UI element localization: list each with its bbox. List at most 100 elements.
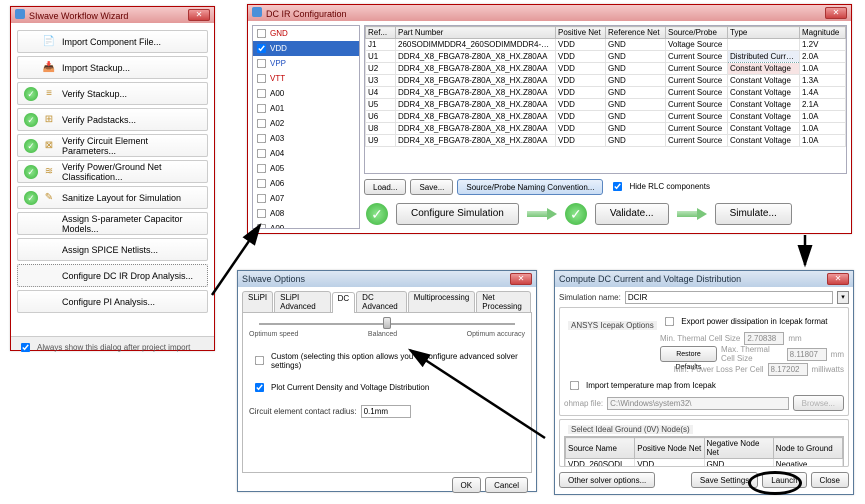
save-settings-button[interactable]: Save Settings xyxy=(691,472,758,488)
item-label: Configure DC IR Drop Analysis... xyxy=(62,271,193,281)
close-icon[interactable]: ✕ xyxy=(188,9,210,21)
wizard-item-2[interactable]: ✓≡Verify Stackup... xyxy=(17,82,208,105)
launch-button[interactable]: Launch xyxy=(762,472,806,488)
simulation-name-input[interactable] xyxy=(625,291,833,304)
column-header[interactable]: Part Number xyxy=(396,27,556,39)
net-item[interactable]: A09 xyxy=(253,221,359,229)
close-icon[interactable]: ✕ xyxy=(825,7,847,19)
close-button[interactable]: Close xyxy=(811,472,849,488)
column-header[interactable]: Magnitude xyxy=(800,27,846,39)
tab-slipi-advanced[interactable]: SLiPI Advanced xyxy=(274,291,330,312)
tab-dc[interactable]: DC xyxy=(332,292,356,313)
validate-button[interactable]: Validate... xyxy=(595,203,669,225)
cancel-button[interactable]: Cancel xyxy=(485,477,528,493)
wizard-item-5[interactable]: ✓≋Verify Power/Ground Net Classification… xyxy=(17,160,208,183)
item-icon: ⊠ xyxy=(42,139,56,153)
dropdown-icon[interactable]: ▾ xyxy=(837,291,849,304)
net-item[interactable]: A02 xyxy=(253,116,359,131)
always-show-checkbox[interactable]: Always show this dialog after project im… xyxy=(15,338,190,357)
ground-table[interactable]: Source NamePositive Node NetNegative Nod… xyxy=(564,436,844,467)
accuracy-slider[interactable]: Optimum speedBalancedOptimum accuracy xyxy=(249,319,525,343)
tab-net-processing[interactable]: Net Processing xyxy=(476,291,531,312)
column-header[interactable]: Positive Node Net xyxy=(635,438,704,459)
min-power-loss-input xyxy=(768,363,808,376)
net-item[interactable]: VPP xyxy=(253,56,359,71)
column-header[interactable]: Type xyxy=(728,27,800,39)
hide-rlc-checkbox[interactable]: Hide RLC components xyxy=(607,177,709,196)
import-temp-checkbox[interactable]: Import temperature map from Icepak xyxy=(564,376,716,395)
net-item[interactable]: GND xyxy=(253,26,359,41)
siwave-options: SIwave Options ✕ SLiPISLiPI AdvancedDCDC… xyxy=(237,270,537,492)
table-row[interactable]: U6DDR4_X8_FBGA78-Z80A_X8_HX.Z80AAVDDGNDC… xyxy=(366,111,846,123)
wizard-item-3[interactable]: ✓⊞Verify Padstacks... xyxy=(17,108,208,131)
net-item[interactable]: A06 xyxy=(253,176,359,191)
net-item[interactable]: A03 xyxy=(253,131,359,146)
ok-button[interactable]: OK xyxy=(452,477,482,493)
column-header[interactable]: Negative Node Net xyxy=(704,438,773,459)
dc-ir-configuration: DC IR Configuration ✕ GNDVDDVPPVTTA00A01… xyxy=(247,4,852,234)
table-row[interactable]: J1260SODIMMDDR4_260SODIMMDDR4-BAAVDDGNDV… xyxy=(366,39,846,51)
table-row[interactable]: VDD_260SODIMMDDR4_26...VDDGNDNegative xyxy=(566,459,843,468)
net-item[interactable]: A05 xyxy=(253,161,359,176)
net-item[interactable]: A08 xyxy=(253,206,359,221)
column-header[interactable]: Source/Probe xyxy=(666,27,728,39)
table-row[interactable]: U2DDR4_X8_FBGA78-Z80A_X8_HX.Z80AAVDDGNDC… xyxy=(366,63,846,75)
arrow-right-icon xyxy=(527,208,557,220)
tab-multiprocessing[interactable]: Multiprocessing xyxy=(408,291,476,312)
wizard-item-6[interactable]: ✓✎Sanitize Layout for Simulation xyxy=(17,186,208,209)
check-icon: ✓ xyxy=(24,191,38,205)
table-row[interactable]: U3DDR4_X8_FBGA78-Z80A_X8_HX.Z80AAVDDGNDC… xyxy=(366,75,846,87)
table-row[interactable]: U8DDR4_X8_FBGA78-Z80A_X8_HX.Z80AAVDDGNDC… xyxy=(366,123,846,135)
table-row[interactable]: U1DDR4_X8_FBGA78-Z80A_X8_HX.Z80AAVDDGNDC… xyxy=(366,51,846,63)
load-button[interactable]: Load... xyxy=(364,179,406,195)
ground-group-title: Select Ideal Ground (0V) Node(s) xyxy=(568,425,693,434)
options-tabs: SLiPISLiPI AdvancedDCDC AdvancedMultipro… xyxy=(242,291,532,313)
export-icepak-checkbox[interactable]: Export power dissipation in Icepak forma… xyxy=(659,312,827,331)
simulate-button[interactable]: Simulate... xyxy=(715,203,792,225)
column-header[interactable]: Source Name xyxy=(566,438,635,459)
naming-convention-button[interactable]: Source/Probe Naming Convention... xyxy=(457,179,603,195)
tab-slipi[interactable]: SLiPI xyxy=(242,291,273,312)
source-grid[interactable]: Ref...Part NumberPositive NetReference N… xyxy=(364,25,847,174)
wizard-item-8[interactable]: ✓Assign SPICE Netlists... xyxy=(17,238,208,261)
wizard-item-1[interactable]: ✓📥Import Stackup... xyxy=(17,56,208,79)
tab-dc-advanced[interactable]: DC Advanced xyxy=(356,291,407,312)
restore-defaults-button[interactable]: Restore Defaults xyxy=(660,346,717,362)
compute-dc-distribution: Compute DC Current and Voltage Distribut… xyxy=(554,270,854,495)
item-icon: ≡ xyxy=(42,87,56,101)
wizard-titlebar: SIwave Workflow Wizard ✕ xyxy=(11,7,214,23)
column-header[interactable]: Positive Net xyxy=(556,27,606,39)
wizard-item-0[interactable]: ✓📄Import Component File... xyxy=(17,30,208,53)
table-row[interactable]: U4DDR4_X8_FBGA78-Z80A_X8_HX.Z80AAVDDGNDC… xyxy=(366,87,846,99)
configure-simulation-button[interactable]: Configure Simulation xyxy=(396,203,519,225)
wizard-item-10[interactable]: ✓Configure PI Analysis... xyxy=(17,290,208,313)
close-icon[interactable]: ✕ xyxy=(827,273,849,285)
item-icon xyxy=(42,217,56,231)
column-header[interactable]: Reference Net xyxy=(606,27,666,39)
net-item[interactable]: A07 xyxy=(253,191,359,206)
wizard-item-7[interactable]: ✓Assign S-parameter Capacitor Models... xyxy=(17,212,208,235)
net-item[interactable]: A01 xyxy=(253,101,359,116)
net-item[interactable]: A00 xyxy=(253,86,359,101)
net-item[interactable]: A04 xyxy=(253,146,359,161)
net-item[interactable]: VDD xyxy=(253,41,359,56)
table-row[interactable]: U5DDR4_X8_FBGA78-Z80A_X8_HX.Z80AAVDDGNDC… xyxy=(366,99,846,111)
net-list[interactable]: GNDVDDVPPVTTA00A01A02A03A04A05A06A07A08A… xyxy=(252,25,360,229)
column-header[interactable]: Node to Ground xyxy=(773,438,842,459)
save-button[interactable]: Save... xyxy=(410,179,453,195)
column-header[interactable]: Ref... xyxy=(366,27,396,39)
wizard-item-9[interactable]: ✓Configure DC IR Drop Analysis... xyxy=(17,264,208,287)
net-item[interactable]: VTT xyxy=(253,71,359,86)
item-icon: 📥 xyxy=(42,61,56,75)
custom-checkbox[interactable]: Custom (selecting this option allows you… xyxy=(249,351,525,370)
plot-checkbox[interactable]: Plot Current Density and Voltage Distrib… xyxy=(249,378,525,397)
radius-input[interactable] xyxy=(361,405,411,418)
table-row[interactable]: U9DDR4_X8_FBGA78-Z80A_X8_HX.Z80AAVDDGNDC… xyxy=(366,135,846,147)
item-label: Verify Padstacks... xyxy=(62,115,136,125)
item-icon xyxy=(42,243,56,257)
wizard-item-4[interactable]: ✓⊠Verify Circuit Element Parameters... xyxy=(17,134,208,157)
browse-button: Browse... xyxy=(793,395,844,411)
other-solver-options-button[interactable]: Other solver options... xyxy=(559,472,655,488)
close-icon[interactable]: ✕ xyxy=(510,273,532,285)
item-label: Import Component File... xyxy=(62,37,161,47)
